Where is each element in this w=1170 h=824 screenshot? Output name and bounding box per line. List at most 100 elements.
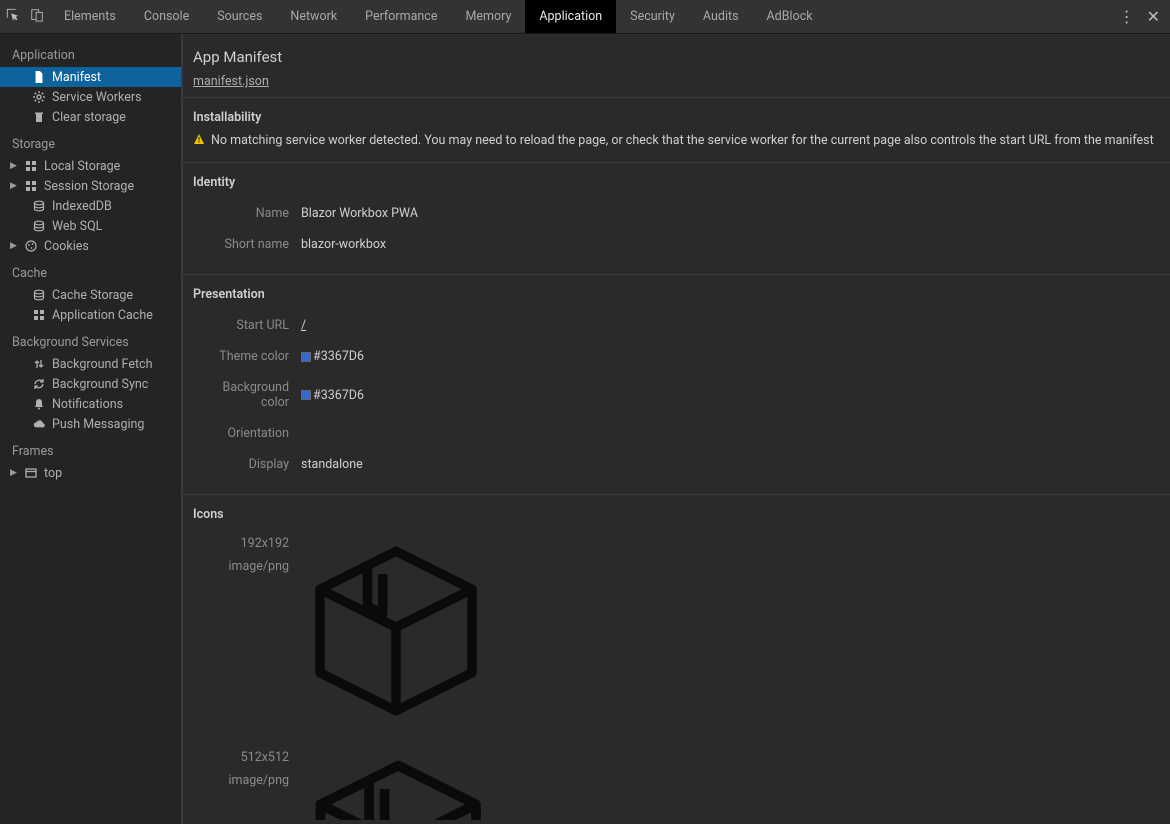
- sidebar-item-notifications[interactable]: Notifications: [0, 394, 181, 414]
- icons-heading: Icons: [193, 507, 1160, 522]
- devtools-tabbar: ElementsConsoleSourcesNetworkPerformance…: [0, 0, 1170, 34]
- gear-icon: [32, 91, 46, 103]
- tab-network[interactable]: Network: [276, 0, 351, 33]
- file-icon: [32, 71, 46, 83]
- sidebar-item-label: Manifest: [52, 70, 101, 85]
- box-icon: [301, 536, 491, 726]
- icon-size: 192x192: [193, 536, 289, 551]
- sidebar-item-label: Notifications: [52, 397, 123, 412]
- sidebar-item-manifest[interactable]: Manifest: [0, 67, 181, 87]
- tab-audits[interactable]: Audits: [689, 0, 753, 33]
- box-icon: [301, 750, 491, 820]
- device-icon[interactable]: [30, 8, 44, 25]
- warning-icon: [193, 133, 205, 145]
- sidebar-item-label: Cookies: [44, 239, 89, 254]
- sidebar-item-label: Cache Storage: [52, 288, 133, 303]
- sidebar-item-label: Service Workers: [52, 90, 142, 105]
- sidebar-item-local-storage[interactable]: ▶ Local Storage: [0, 156, 181, 176]
- theme-color-label: Theme color: [193, 349, 301, 364]
- tab-elements[interactable]: Elements: [50, 0, 130, 33]
- sidebar-section-frames: Frames: [0, 434, 181, 463]
- close-icon[interactable]: ✕: [1147, 7, 1160, 26]
- sidebar-item-label: Background Fetch: [52, 357, 152, 372]
- sidebar-item-clear-storage[interactable]: Clear storage: [0, 107, 181, 127]
- tab-adblock[interactable]: AdBlock: [753, 0, 827, 33]
- sidebar-item-label: IndexedDB: [52, 199, 112, 214]
- caret-icon: ▶: [10, 241, 18, 251]
- sidebar-item-indexeddb[interactable]: IndexedDB: [0, 196, 181, 216]
- start-url-label: Start URL: [193, 318, 301, 333]
- trash-icon: [32, 111, 46, 123]
- tab-memory[interactable]: Memory: [451, 0, 525, 33]
- tab-console[interactable]: Console: [130, 0, 203, 33]
- background-color-value: #3367D6: [301, 388, 364, 403]
- caret-icon: ▶: [10, 468, 18, 478]
- tab-sources[interactable]: Sources: [203, 0, 276, 33]
- name-value: Blazor Workbox PWA: [301, 206, 418, 221]
- tab-performance[interactable]: Performance: [351, 0, 451, 33]
- sidebar-item-label: top: [44, 466, 62, 481]
- sidebar-item-push-messaging[interactable]: Push Messaging: [0, 414, 181, 434]
- application-sidebar: Application Manifest Service Workers Cle…: [0, 34, 182, 824]
- bell-icon: [32, 398, 46, 410]
- sidebar-item-background-fetch[interactable]: Background Fetch: [0, 354, 181, 374]
- sidebar-item-label: Web SQL: [52, 219, 102, 234]
- name-label: Name: [193, 206, 301, 221]
- manifest-json-link[interactable]: manifest.json: [193, 74, 269, 89]
- db-icon: [32, 289, 46, 301]
- kebab-menu-icon[interactable]: ⋮: [1119, 7, 1135, 26]
- short-name-value: blazor-workbox: [301, 237, 386, 252]
- sidebar-item-label: Session Storage: [44, 179, 134, 194]
- manifest-panel: App Manifest manifest.json Installabilit…: [182, 34, 1170, 824]
- db-icon: [32, 200, 46, 212]
- sidebar-item-session-storage[interactable]: ▶ Session Storage: [0, 176, 181, 196]
- db-icon: [32, 220, 46, 232]
- window-icon: [24, 467, 38, 479]
- background-color-swatch: [301, 390, 311, 400]
- caret-icon: ▶: [10, 181, 18, 191]
- theme-color-swatch: [301, 352, 311, 362]
- sidebar-item-label: Push Messaging: [52, 417, 144, 432]
- updown-icon: [32, 358, 46, 370]
- display-value: standalone: [301, 457, 363, 472]
- orientation-label: Orientation: [193, 426, 301, 441]
- tab-security[interactable]: Security: [616, 0, 689, 33]
- icon-entry: 192x192 image/png: [193, 530, 1160, 744]
- sidebar-item-label: Local Storage: [44, 159, 120, 174]
- caret-icon: ▶: [10, 161, 18, 171]
- grid-icon: [24, 160, 38, 172]
- start-url-value[interactable]: /: [301, 318, 306, 333]
- presentation-heading: Presentation: [193, 287, 1160, 302]
- identity-heading: Identity: [193, 175, 1160, 190]
- installability-warning: No matching service worker detected. You…: [193, 133, 1160, 148]
- sidebar-item-top[interactable]: ▶ top: [0, 463, 181, 483]
- warning-text: No matching service worker detected. You…: [211, 133, 1154, 148]
- theme-color-value: #3367D6: [301, 349, 364, 364]
- cloud-icon: [32, 418, 46, 430]
- sidebar-item-background-sync[interactable]: Background Sync: [0, 374, 181, 394]
- sidebar-item-cache-storage[interactable]: Cache Storage: [0, 285, 181, 305]
- inspect-icon[interactable]: [6, 8, 20, 25]
- sidebar-item-service-workers[interactable]: Service Workers: [0, 87, 181, 107]
- sidebar-section-cache: Cache: [0, 256, 181, 285]
- tab-application[interactable]: Application: [525, 0, 616, 33]
- panel-title: App Manifest: [193, 48, 1160, 66]
- sidebar-item-cookies[interactable]: ▶ Cookies: [0, 236, 181, 256]
- sidebar-item-application-cache[interactable]: Application Cache: [0, 305, 181, 325]
- sidebar-section-storage: Storage: [0, 127, 181, 156]
- sync-icon: [32, 378, 46, 390]
- display-label: Display: [193, 457, 301, 472]
- grid-icon: [32, 309, 46, 321]
- icon-mime: image/png: [193, 773, 289, 788]
- sidebar-item-label: Application Cache: [52, 308, 153, 323]
- sidebar-item-label: Clear storage: [52, 110, 126, 125]
- sidebar-section-application: Application: [0, 38, 181, 67]
- grid-icon: [24, 180, 38, 192]
- short-name-label: Short name: [193, 237, 301, 252]
- icon-size: 512x512: [193, 750, 289, 765]
- icon-entry: 512x512 image/png: [193, 744, 1160, 824]
- sidebar-item-web-sql[interactable]: Web SQL: [0, 216, 181, 236]
- cookie-icon: [24, 240, 38, 252]
- background-color-label: Background color: [193, 380, 301, 410]
- sidebar-item-label: Background Sync: [52, 377, 148, 392]
